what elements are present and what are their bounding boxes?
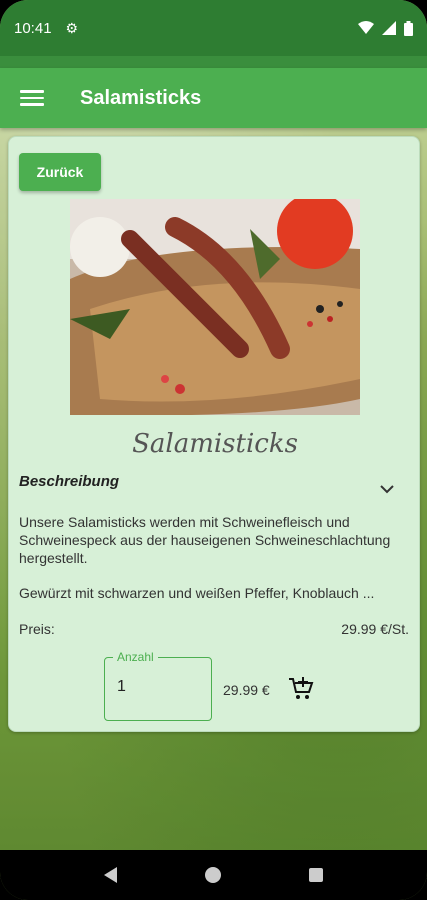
description-title: Beschreibung (19, 473, 120, 490)
app-title: Salamisticks (80, 86, 202, 109)
nav-home-icon[interactable] (205, 867, 221, 883)
battery-icon (404, 20, 413, 36)
price-value: 29.99 €/St. (341, 621, 409, 637)
salami-photo (70, 199, 360, 415)
total-price: 29.99 € (223, 682, 270, 698)
wifi-icon (358, 21, 374, 34)
quantity-field[interactable]: Anzahl (104, 650, 212, 721)
app-bar: Salamisticks (0, 68, 427, 128)
product-card: Zurück Salamisticks Beschreibung Unsere … (8, 136, 420, 732)
chevron-down-icon[interactable] (379, 483, 395, 495)
signal-icon (382, 21, 396, 35)
status-icons (358, 20, 413, 36)
description-paragraph-2: Gewürzt mit schwarzen und weißen Pfeffer… (19, 585, 375, 601)
status-time: 10:41 (14, 19, 52, 37)
status-bar-edge (0, 56, 427, 68)
quantity-label: Anzahl (113, 650, 158, 664)
quantity-input[interactable] (117, 678, 197, 696)
system-nav-bar (0, 850, 427, 900)
gear-icon: ⚙ (65, 19, 79, 36)
nav-back-icon[interactable] (104, 867, 117, 883)
description-paragraph-1: Unsere Salamisticks werden mit Schweinef… (19, 514, 391, 566)
add-to-cart-icon[interactable] (287, 675, 315, 703)
back-button[interactable]: Zurück (19, 153, 101, 191)
price-label: Preis: (19, 621, 55, 637)
status-bar: 10:41 ⚙ (0, 0, 427, 56)
nav-recent-apps-icon[interactable] (309, 868, 323, 882)
hamburger-menu-icon[interactable] (20, 90, 44, 106)
screen: 10:41 ⚙ Salamisticks Zurück Salamisticks… (0, 0, 427, 900)
product-image (70, 199, 360, 415)
product-name: Salamisticks (132, 429, 298, 459)
